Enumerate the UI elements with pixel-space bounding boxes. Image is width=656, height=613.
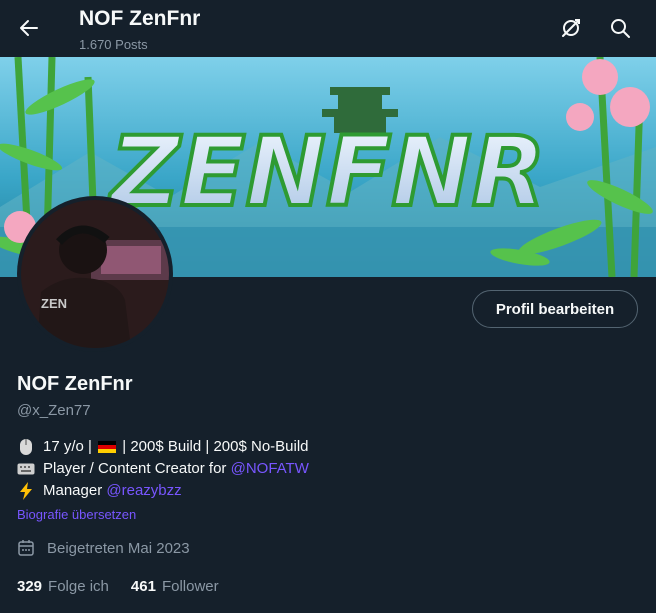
bio-line-2: Player / Content Creator for @NOFATW [17,458,309,480]
avatar-image: ZEN [21,200,169,348]
followers-link[interactable]: 461 Follower [131,578,219,595]
joined-text: Beigetreten Mai 2023 [47,539,190,557]
bio-manager: Manager [43,482,107,499]
mouse-icon [17,438,35,456]
bio-line-3: Manager @reazybzz [17,480,309,502]
arrow-left-icon [20,20,38,36]
avatar[interactable]: ZEN [17,196,173,352]
profile-name: NOF ZenFnr [17,373,133,395]
calendar-icon [18,540,34,556]
page-title: NOF ZenFnr [79,7,201,30]
profile-bio: 17 y/o | | 200$ Build | 200$ No-Build Pl… [17,436,309,502]
manager-mention-link[interactable]: @reazybzz [106,480,181,502]
bio-builds: | 200$ Build | 200$ No-Build [118,438,309,455]
following-count: 329 [17,578,43,595]
following-label: Folge ich [48,578,109,595]
lightning-icon [17,482,35,500]
top-bar: NOF ZenFnr 1.670 Posts [0,0,656,57]
avatar-jersey-text: ZEN [41,296,67,311]
joined-date: Beigetreten Mai 2023 [17,539,190,557]
keyboard-icon [17,463,35,475]
bio-age: 17 y/o | [43,438,97,455]
bio-line-1: 17 y/o | | 200$ Build | 200$ No-Build [17,436,309,458]
banner-text: ZENFNR [107,116,545,228]
post-count: 1.670 Posts [79,37,148,52]
followers-count: 461 [130,578,156,595]
follow-stats: 329 Folge ich 461 Follower [17,578,219,595]
translate-bio-link[interactable]: Biografie übersetzen [17,507,136,522]
profile-handle: @x_Zen77 [17,402,91,419]
edit-profile-button[interactable]: Profil bearbeiten [472,290,638,328]
sync-button[interactable] [556,13,586,43]
team-mention-link[interactable]: @NOFATW [231,458,309,480]
sync-off-icon [562,19,580,37]
following-link[interactable]: 329 Folge ich [17,578,109,595]
german-flag-icon [98,440,117,454]
back-button[interactable] [14,13,44,43]
search-icon [611,19,630,38]
followers-label: Follower [161,578,219,595]
search-button[interactable] [605,13,635,43]
bio-role: Player / Content Creator for [43,460,231,477]
